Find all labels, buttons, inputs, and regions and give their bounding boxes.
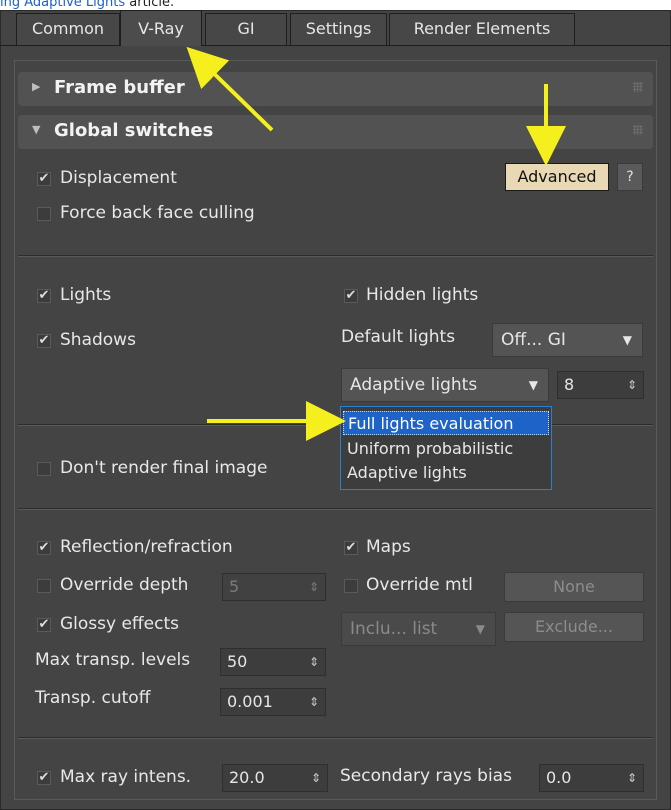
include-list-dropdown[interactable]: Inclu... list ▼ — [341, 612, 496, 646]
spinner-arrows-icon: ⇕ — [308, 580, 319, 594]
override-depth-spinner[interactable]: 5 ⇕ — [222, 573, 326, 601]
article-link[interactable]: ing Adaptive Lights — [0, 0, 125, 10]
max-transp-levels-spinner[interactable]: 50 ⇕ — [220, 648, 326, 676]
override-mtl-label: Override mtl — [366, 575, 473, 595]
expanded-triangle-icon: ▼ — [32, 123, 41, 136]
transp-cutoff-label: Transp. cutoff — [35, 688, 151, 708]
grip-icon — [633, 82, 643, 92]
separator — [18, 424, 653, 425]
max-ray-intens-checkbox[interactable]: ✔ — [37, 771, 51, 785]
maps-label: Maps — [366, 537, 411, 557]
tab-gi[interactable]: GI — [205, 13, 287, 45]
override-mtl-checkbox[interactable] — [344, 579, 358, 593]
dont-render-final-label: Don't render final image — [60, 458, 268, 478]
rollout-title: Frame buffer — [54, 77, 185, 98]
chevron-down-icon: ▼ — [622, 333, 632, 347]
help-button[interactable]: ? — [617, 163, 643, 191]
override-depth-label: Override depth — [60, 575, 189, 595]
reflection-refraction-checkbox[interactable]: ✔ — [37, 541, 51, 555]
spinner-arrows-icon: ⇕ — [310, 771, 321, 785]
spinner-arrows-icon: ⇕ — [308, 695, 319, 709]
collapsed-triangle-icon: ▶ — [32, 80, 41, 93]
reflection-refraction-label: Reflection/refraction — [60, 537, 233, 557]
tab-baseline — [0, 45, 120, 46]
option-adaptive-lights[interactable]: Adaptive lights — [343, 461, 549, 485]
exclude-button[interactable]: Exclude... — [504, 612, 644, 642]
transp-cutoff-spinner[interactable]: 0.001 ⇕ — [220, 688, 326, 716]
force-back-face-culling-label: Force back face culling — [60, 203, 255, 223]
glossy-effects-checkbox[interactable]: ✔ — [37, 618, 51, 632]
spinner-arrows-icon: ⇕ — [626, 771, 637, 785]
hidden-lights-checkbox[interactable]: ✔ — [344, 289, 358, 303]
hidden-lights-label: Hidden lights — [366, 285, 479, 305]
light-evaluation-options-list: Full lights evaluation Uniform probabili… — [340, 406, 552, 490]
override-mtl-none-button[interactable]: None — [504, 572, 644, 602]
spinner-arrows-icon: ⇕ — [308, 655, 319, 669]
lights-checkbox[interactable]: ✔ — [37, 289, 51, 303]
separator — [18, 508, 653, 509]
tab-render-elements[interactable]: Render Elements — [389, 13, 575, 45]
maps-checkbox[interactable]: ✔ — [344, 541, 358, 555]
dont-render-final-checkbox[interactable] — [37, 462, 51, 476]
max-transp-levels-label: Max transp. levels — [35, 650, 191, 670]
tab-common[interactable]: Common — [16, 13, 120, 45]
secondary-rays-bias-label: Secondary rays bias — [340, 766, 512, 786]
rollout-title: Global switches — [54, 120, 214, 141]
grip-icon — [633, 125, 643, 135]
shadows-checkbox[interactable]: ✔ — [37, 334, 51, 348]
max-ray-intens-label: Max ray intens. — [60, 767, 192, 787]
glossy-effects-label: Glossy effects — [60, 614, 179, 634]
lights-label: Lights — [60, 285, 112, 305]
tab-v-ray[interactable]: V-Ray — [120, 10, 202, 46]
max-ray-intens-spinner[interactable]: 20.0 ⇕ — [222, 764, 328, 792]
secondary-rays-bias-spinner[interactable]: 0.0 ⇕ — [539, 764, 644, 792]
rollout-global-switches[interactable]: ▼ Global switches — [18, 115, 653, 149]
option-full-lights-evaluation[interactable]: Full lights evaluation — [343, 411, 549, 435]
option-uniform-probabilistic[interactable]: Uniform probabilistic — [343, 437, 549, 461]
chevron-down-icon: ▼ — [528, 378, 538, 392]
separator — [18, 737, 653, 738]
article-caption: ing Adaptive Lights article. — [0, 0, 174, 10]
rollout-frame-buffer[interactable]: ▶ Frame buffer — [18, 72, 653, 106]
default-lights-dropdown[interactable]: Off... GI ▼ — [492, 323, 643, 357]
tab-settings[interactable]: Settings — [290, 13, 387, 45]
force-back-face-culling-checkbox[interactable] — [37, 207, 51, 221]
displacement-checkbox[interactable]: ✔ — [37, 172, 51, 186]
caption-tail: article. — [125, 0, 175, 10]
shadows-label: Shadows — [60, 330, 136, 350]
separator — [18, 255, 653, 256]
advanced-button[interactable]: Advanced — [505, 163, 609, 191]
tab-baseline-right — [202, 45, 671, 46]
override-depth-checkbox[interactable] — [37, 579, 51, 593]
spinner-arrows-icon: ⇕ — [626, 378, 637, 392]
light-count-spinner[interactable]: 8 ⇕ — [557, 371, 644, 399]
light-evaluation-dropdown[interactable]: Adaptive lights ▼ — [341, 368, 549, 402]
chevron-down-icon: ▼ — [475, 622, 485, 636]
default-lights-label: Default lights — [341, 327, 456, 347]
displacement-label: Displacement — [60, 168, 177, 188]
